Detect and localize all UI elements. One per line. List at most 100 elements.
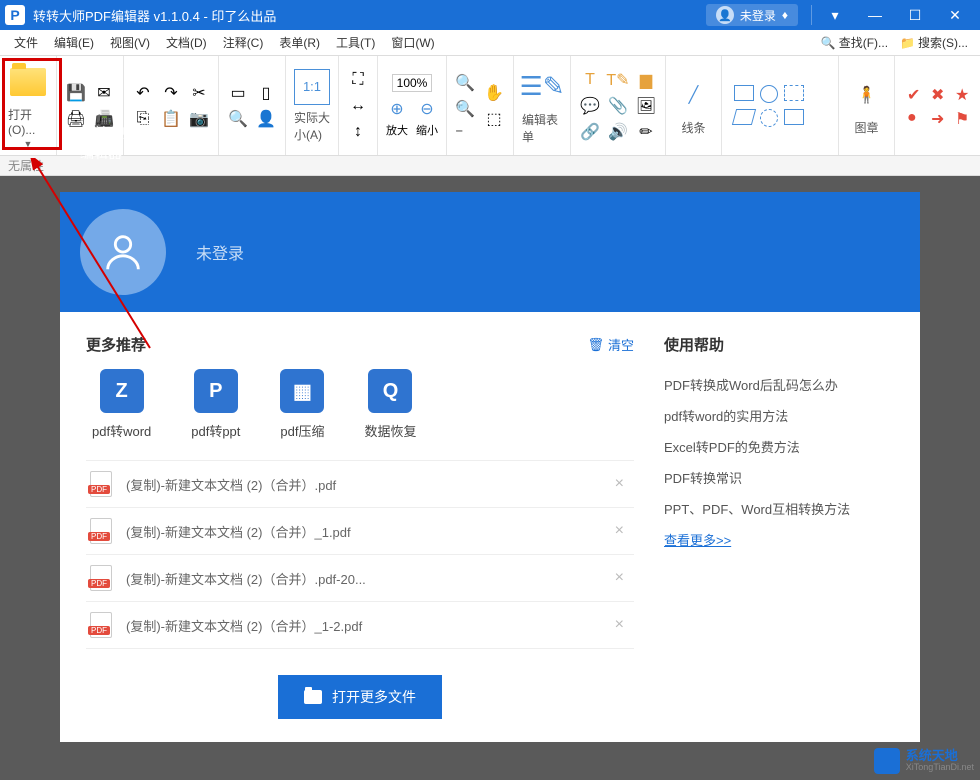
actual-size-group[interactable]: 1:1 实际大小(A) (286, 56, 339, 155)
dropdown-button[interactable]: ▾ (815, 0, 855, 30)
maximize-button[interactable]: ☐ (895, 0, 935, 30)
x-stamp-icon[interactable]: ✖ (931, 85, 949, 103)
app-pdf-to-ppt[interactable]: P pdf转ppt (191, 369, 240, 440)
dashed-circle-icon[interactable] (760, 109, 778, 127)
undo-icon[interactable]: ↶ (132, 82, 154, 104)
text-edit-icon[interactable]: T✎ (607, 69, 629, 91)
zoom-out-label: 缩小 (416, 122, 438, 138)
file-row[interactable]: (复制)-新建文本文档 (2)（合并）.pdf × (86, 460, 634, 507)
actual-size-label: 实际大小(A) (294, 109, 330, 143)
arrow-stamp-icon[interactable]: ➜ (931, 109, 949, 127)
remove-file-button[interactable]: × (609, 569, 630, 587)
avatar[interactable] (80, 209, 166, 295)
text-box-icon[interactable]: T (579, 69, 601, 91)
menu-document[interactable]: 文档(D) (158, 30, 215, 56)
app-data-recovery[interactable]: Q 数据恢复 (364, 369, 416, 440)
remove-file-button[interactable]: × (609, 475, 630, 493)
nav-group: 🔍₊ ✋ 🔍₋ ⬚ (447, 56, 514, 155)
page-dotted-icon[interactable]: ▯ (255, 82, 277, 104)
mail-icon[interactable]: ✉ (93, 82, 115, 104)
app-pdf-to-word[interactable]: Z pdf转word (92, 369, 151, 440)
check-stamp-icon[interactable]: ✔ (907, 85, 925, 103)
open-more-files-button[interactable]: 打开更多文件 (278, 675, 442, 719)
menu-window[interactable]: 窗口(W) (383, 30, 442, 56)
user-icon: 👤 (716, 6, 734, 24)
zoom-out-icon[interactable]: ⊖ (416, 98, 438, 120)
lines-group[interactable]: ╱ 线条 (666, 56, 722, 155)
hand-icon[interactable]: ✋ (483, 82, 505, 104)
fit-width-icon[interactable]: ↔ (347, 95, 369, 117)
login-status[interactable]: 未登录 (196, 240, 244, 264)
app-icon-compress: ▦ (280, 369, 324, 413)
menu-edit[interactable]: 编辑(E) (46, 30, 102, 56)
link-icon[interactable]: 🔗 (579, 121, 601, 143)
flag-stamp-icon[interactable]: ⚑ (955, 109, 973, 127)
help-more-link[interactable]: 查看更多>> (664, 524, 731, 555)
menu-comment[interactable]: 注释(C) (215, 30, 272, 56)
parallelogram-icon[interactable] (732, 109, 756, 125)
file-name: (复制)-新建文本文档 (2)（合并）_1-2.pdf (126, 616, 609, 635)
sound-icon[interactable]: 🔊 (607, 121, 629, 143)
user-status-chip[interactable]: 👤 未登录 ♦ (706, 4, 798, 26)
remove-file-button[interactable]: × (609, 616, 630, 634)
rect2-shape-icon[interactable] (784, 109, 804, 125)
cut-icon[interactable]: ✂ (188, 82, 210, 104)
actual-size-icon: 1:1 (294, 69, 330, 105)
highlight-icon[interactable]: ▆ (635, 69, 657, 91)
edit-form-group[interactable]: ☰✎ 编辑表单 (514, 56, 571, 155)
app-icon-recovery: Q (368, 369, 412, 413)
menu-form[interactable]: 表单(R) (271, 30, 328, 56)
menu-view[interactable]: 视图(V) (102, 30, 158, 56)
fit-height-icon[interactable]: ↕ (347, 121, 369, 143)
close-button[interactable]: ✕ (935, 0, 975, 30)
help-link[interactable]: PDF转换成Word后乱码怎么办 (664, 369, 894, 400)
app-logo: P (5, 5, 25, 25)
shapes-group (722, 56, 839, 155)
attach-icon[interactable]: 📎 (607, 95, 629, 117)
circle-stamp-icon[interactable]: ● (907, 109, 925, 127)
clear-button[interactable]: 🗑 清空 (587, 335, 634, 354)
help-link[interactable]: Excel转PDF的免费方法 (664, 431, 894, 462)
stamp-icon: 🧍 (847, 75, 887, 115)
page-icon[interactable]: ▭ (227, 82, 249, 104)
camera-icon[interactable]: 📷 (188, 108, 210, 130)
star-stamp-icon[interactable]: ★ (955, 85, 973, 103)
zoom-value[interactable]: 100% (392, 74, 433, 92)
stamp-group[interactable]: 🧍 图章 (839, 56, 895, 155)
file-row[interactable]: (复制)-新建文本文档 (2)（合并）_1-2.pdf × (86, 601, 634, 649)
help-link[interactable]: pdf转word的实用方法 (664, 400, 894, 431)
window-controls: ▾ — ☐ ✕ (815, 0, 975, 30)
menu-tools[interactable]: 工具(T) (328, 30, 383, 56)
pencil-icon[interactable]: ✏ (635, 121, 657, 143)
page-find-icon[interactable]: 🔍 (227, 108, 249, 130)
page-group: ▭ ▯ 🔍 👤 (219, 56, 286, 155)
menubar: 文件 编辑(E) 视图(V) 文档(D) 注释(C) 表单(R) 工具(T) 窗… (0, 30, 980, 56)
file-row[interactable]: (复制)-新建文本文档 (2)（合并）_1.pdf × (86, 507, 634, 554)
minimize-button[interactable]: — (855, 0, 895, 30)
find-button[interactable]: 🔍 查找(F)... (815, 34, 894, 51)
image-icon[interactable]: 🖼 (635, 95, 657, 117)
app-pdf-compress[interactable]: ▦ pdf压缩 (280, 369, 324, 440)
folder-icon (304, 690, 322, 704)
file-row[interactable]: (复制)-新建文本文档 (2)（合并）.pdf-20... × (86, 554, 634, 601)
magnify-minus-icon[interactable]: 🔍₋ (455, 108, 477, 130)
select-icon[interactable]: ⬚ (483, 108, 505, 130)
circle-shape-icon[interactable] (760, 85, 778, 103)
fit-page-icon[interactable]: ⛶ (347, 69, 369, 91)
page-person-icon[interactable]: 👤 (255, 108, 277, 130)
rect-shape-icon[interactable] (734, 85, 754, 101)
dashed-rect-icon[interactable] (784, 85, 804, 101)
menu-file[interactable]: 文件 (6, 30, 46, 56)
remove-file-button[interactable]: × (609, 522, 630, 540)
file-name: (复制)-新建文本文档 (2)（合并）.pdf-20... (126, 569, 609, 588)
watermark-main: 系统天地 (906, 749, 974, 763)
zoom-in-icon[interactable]: ⊕ (386, 98, 408, 120)
lines-icon: ╱ (674, 75, 714, 115)
save-icon[interactable]: 💾 (65, 82, 87, 104)
search-button[interactable]: 📁 搜索(S)... (894, 34, 974, 51)
redo-icon[interactable]: ↷ (160, 82, 182, 104)
header-panel: 转转大师PDF编辑器 未登录 (60, 192, 920, 312)
help-link[interactable]: PDF转换常识 (664, 462, 894, 493)
help-link[interactable]: PPT、PDF、Word互相转换方法 (664, 493, 894, 524)
note-icon[interactable]: 💬 (579, 95, 601, 117)
